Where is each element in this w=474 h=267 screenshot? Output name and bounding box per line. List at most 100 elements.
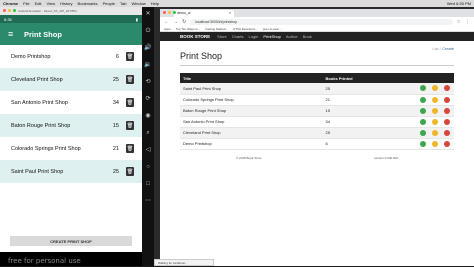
rotate-left-icon[interactable]: ⟲	[145, 79, 150, 85]
create-link[interactable]: Create	[442, 46, 454, 51]
delete-icon[interactable]	[444, 107, 450, 114]
rotate-right-icon[interactable]: ⟳	[145, 96, 150, 102]
browser-toolbar: ← → ↻ localhost:3000/#!/printshop ☆ ⋮	[160, 17, 474, 26]
list-item[interactable]: Cleveland Print Shop 25 🗑	[0, 68, 142, 91]
cell-books: 15	[322, 105, 382, 117]
view-icon[interactable]	[420, 85, 426, 92]
browser-close-icon[interactable]	[163, 11, 166, 14]
zoom-icon[interactable]: ⌕	[146, 130, 149, 136]
bookmark-item[interactable]: Getting Started...	[205, 26, 228, 31]
printshop-name: San Antonio Print Shop	[11, 99, 68, 106]
more-icon[interactable]: ⋯	[145, 198, 151, 204]
nav-link-book[interactable]: Book	[303, 34, 312, 39]
mac-menu-file[interactable]: File	[23, 0, 29, 7]
trash-icon[interactable]: 🗑	[126, 121, 134, 130]
edit-icon[interactable]	[432, 96, 438, 103]
footer-version: version 0.000.002	[374, 155, 398, 160]
table-row: San Antonio Print Shop 34	[180, 116, 454, 128]
home-icon[interactable]: ○	[146, 164, 150, 170]
trash-icon[interactable]: 🗑	[126, 75, 134, 84]
address-bar[interactable]: localhost:3000/#!/printshop	[190, 18, 453, 25]
trash-icon[interactable]: 🗑	[126, 144, 134, 153]
cell-books: 34	[322, 116, 382, 128]
delete-icon[interactable]	[444, 140, 450, 147]
list-item[interactable]: Saint Paul Print Shop 25 🗑	[0, 160, 142, 183]
edit-icon[interactable]	[432, 85, 438, 92]
camera-icon[interactable]: ◉	[145, 113, 150, 119]
view-icon[interactable]	[420, 140, 426, 147]
power-icon[interactable]: ⏻	[146, 28, 151, 34]
forward-arrow-icon[interactable]: →	[173, 19, 178, 25]
mac-menu-edit[interactable]: Edit	[35, 0, 42, 7]
edit-icon[interactable]	[432, 118, 438, 125]
back-arrow-icon[interactable]: ←	[164, 19, 169, 25]
printshop-count: 15	[112, 122, 119, 129]
android-screen: 6:35 ▮ ≡ Print Shop Demo Printshop 6 🗑 Cl…	[0, 15, 142, 266]
trash-icon[interactable]: 🗑	[126, 167, 134, 176]
back-icon[interactable]: ◁	[146, 147, 151, 153]
minimize-window-icon[interactable]	[8, 9, 11, 12]
list-item[interactable]: Baton Rouge Print Shop 15 🗑	[0, 114, 142, 137]
nav-link-printshop[interactable]: PrintShop	[263, 34, 281, 39]
mac-menu-view[interactable]: View	[46, 0, 55, 7]
view-icon[interactable]	[420, 118, 426, 125]
mac-menu-people[interactable]: People	[103, 0, 115, 7]
delete-icon[interactable]	[444, 96, 450, 103]
edit-icon[interactable]	[432, 107, 438, 114]
column-header-books[interactable]: Books Printed	[322, 73, 382, 83]
view-icon[interactable]	[420, 129, 426, 136]
list-item[interactable]: Demo Printshop 6 🗑	[0, 45, 142, 68]
create-print-shop-button[interactable]: CREATE PRINT SHOP	[10, 236, 132, 246]
browser-maximize-icon[interactable]	[173, 11, 176, 14]
nav-link-author[interactable]: Author	[286, 34, 298, 39]
reload-icon[interactable]: ↻	[182, 19, 186, 25]
star-icon[interactable]: ☆	[457, 19, 461, 25]
cell-books: 21	[322, 94, 382, 106]
cell-title: Saint Paul Print Shop	[180, 83, 323, 95]
view-icon[interactable]	[420, 96, 426, 103]
mac-menu-bookmarks[interactable]: Bookmarks	[78, 0, 98, 7]
mac-menu-help[interactable]: Help	[151, 0, 159, 7]
printshop-table: Title Books Printed Saint Paul Print Sho…	[180, 73, 454, 150]
overview-icon[interactable]: □	[146, 181, 150, 187]
view-icon[interactable]	[420, 107, 426, 114]
bookmark-item[interactable]: peer-to-peer...	[263, 26, 282, 31]
bookmark-item[interactable]: Top Ten Ways to...	[176, 26, 201, 31]
maximize-window-icon[interactable]	[13, 9, 16, 12]
bookmark-item[interactable]: UTSA Developm...	[233, 26, 258, 31]
tab-bar: demo_ui ×	[160, 9, 474, 17]
mac-menu-tab[interactable]: Tab	[120, 0, 126, 7]
tab-close-icon[interactable]: ×	[229, 10, 231, 17]
browser-tab[interactable]: demo_ui ×	[174, 10, 234, 17]
nav-link-charts[interactable]: Charts	[232, 34, 244, 39]
status-time: 6:35	[4, 16, 12, 22]
page-footer: © 2018 Book Store version 0.000.002	[180, 156, 454, 160]
browser-minimize-icon[interactable]	[168, 11, 171, 14]
nav-link-store[interactable]: Store	[217, 34, 227, 39]
close-window-icon[interactable]	[3, 9, 6, 12]
mac-menu-history[interactable]: History	[60, 0, 72, 7]
delete-icon[interactable]	[444, 85, 450, 92]
delete-icon[interactable]	[444, 118, 450, 125]
site-brand[interactable]: BOOK STORE	[180, 34, 210, 39]
browser-menu-icon[interactable]: ⋮	[465, 19, 470, 25]
list-item[interactable]: San Antonio Print Shop 34 🗑	[0, 91, 142, 114]
delete-icon[interactable]	[444, 129, 450, 136]
mac-menu-window[interactable]: Window	[131, 0, 145, 7]
hamburger-menu-icon[interactable]: ≡	[8, 29, 24, 39]
printshop-list: Demo Printshop 6 🗑 Cleveland Print Shop 2…	[0, 45, 142, 183]
volume-up-icon[interactable]: 🔊	[144, 45, 151, 51]
mac-app-name[interactable]: Chrome	[3, 0, 18, 7]
close-icon[interactable]: ✕	[145, 11, 150, 17]
bookmark-item[interactable]: Apps	[164, 26, 171, 31]
list-item[interactable]: Colorado Springs Print Shop 21 🗑	[0, 137, 142, 160]
breadcrumb-list: List	[432, 46, 439, 51]
edit-icon[interactable]	[432, 140, 438, 147]
nav-link-login[interactable]: Login	[249, 34, 259, 39]
column-header-title[interactable]: Title	[180, 73, 323, 83]
edit-icon[interactable]	[432, 129, 438, 136]
trash-icon[interactable]: 🗑	[126, 98, 134, 107]
volume-down-icon[interactable]: 🔉	[144, 62, 151, 68]
cell-title: San Antonio Print Shop	[180, 116, 323, 128]
trash-icon[interactable]: 🗑	[126, 52, 134, 61]
